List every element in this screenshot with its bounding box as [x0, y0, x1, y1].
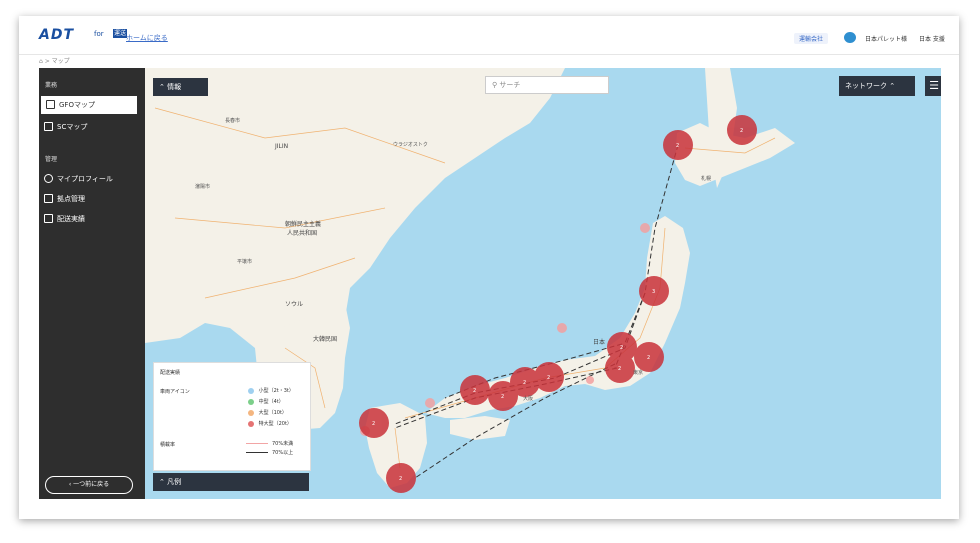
place-label-sapporo: 札幌 [701, 175, 711, 182]
language-selector[interactable]: 日本 支援 [919, 34, 945, 43]
building-icon [44, 194, 53, 203]
legend-toggle[interactable]: ⌃ 凡例 [153, 473, 309, 491]
vehicle-small-icon [248, 387, 254, 394]
map-icon [44, 122, 53, 131]
map-marker [557, 323, 567, 333]
breadcrumb: ⌂ > マップ [39, 58, 70, 65]
cluster-count: 2 [501, 394, 504, 400]
legend-row-label: 大型（10t） [258, 410, 287, 416]
place-label-north-korea: 人民共和国 [287, 229, 317, 237]
chevron-up-icon: ⌃ [159, 478, 168, 486]
legend-row-label: 小型（2t・3t） [258, 388, 294, 394]
app-window: ADT for 運送 ホームに戻る 運輸会社 日本パレット様 日本 支援 ⌂ >… [19, 16, 959, 519]
sidebar-item-profile[interactable]: マイプロフィール [39, 170, 145, 188]
sidebar-item-label: マイプロフィール [57, 175, 113, 183]
legend-line-low-label: 70%未満 [272, 441, 294, 447]
legend-row: 特大型（20t） [248, 420, 292, 429]
cluster-count: 2 [647, 355, 650, 361]
map-marker [425, 398, 435, 408]
legend-line-low [246, 443, 268, 444]
place-label-japan: 日本 [593, 338, 605, 346]
search-placeholder: サーチ [499, 81, 521, 89]
mainland-landmass [145, 68, 565, 388]
network-button[interactable]: ネットワーク ⌃ [839, 76, 915, 96]
sidebar-item-gfo-map[interactable]: GFOマップ [41, 96, 137, 114]
cluster-count: 2 [523, 380, 526, 386]
route-lines [394, 144, 679, 479]
sidebar-item-label: 拠点管理 [57, 195, 85, 203]
vehicle-medium-icon [248, 398, 254, 405]
place-label-tokyo: 東京 [633, 369, 643, 376]
sidebar: 業務 GFOマップ SCマップ 管理 マイプロフィール 拠点管理 配送実績 ‹ … [39, 68, 145, 499]
logo-badge: 運送 [113, 29, 127, 38]
cluster-count: 2 [740, 128, 743, 134]
cluster-count: 2 [372, 421, 375, 427]
place-label-pyongyang: 平壌市 [237, 258, 252, 265]
company-badge: 運輸会社 [794, 33, 829, 44]
shikoku-landmass [450, 416, 510, 440]
app-logo[interactable]: ADT [39, 27, 74, 43]
legend-icon-label: 車両アイコン [160, 389, 190, 395]
legend-row-label: 中型（4t） [258, 399, 284, 405]
place-label-vladivostok: ウラジオストク [393, 141, 428, 148]
legend-toggle-label: 凡例 [167, 478, 182, 486]
place-label-south-korea: 大韓民国 [313, 335, 337, 343]
cluster-count: 2 [399, 476, 402, 482]
network-button-label: ネットワーク [845, 82, 887, 90]
home-icon[interactable]: ⌂ [39, 58, 43, 65]
map-icon [46, 100, 55, 109]
breadcrumb-current: マップ [51, 58, 70, 65]
chevron-up-icon: ⌃ [889, 82, 896, 90]
user-icon [44, 174, 53, 183]
place-label-seoul: ソウル [285, 300, 303, 308]
cluster-count: 2 [473, 388, 476, 394]
user-name[interactable]: 日本パレット様 [865, 34, 907, 43]
place-label-osaka: 大阪 [523, 395, 533, 402]
info-panel-toggle[interactable]: ⌃ 情報 [153, 78, 208, 96]
map-marker [586, 376, 594, 384]
map-marker [640, 223, 650, 233]
sidebar-section-business: 業務 [45, 82, 58, 89]
top-header: ADT for 運送 ホームに戻る 運輸会社 日本パレット様 日本 支援 [19, 16, 959, 55]
sidebar-item-label: 配送実績 [57, 215, 85, 223]
map-canvas[interactable]: 2 2 3 2 2 2 2 2 2 2 2 2 JILIN 朝鮮民主主義 人民共… [145, 68, 941, 499]
cluster-count: 2 [620, 345, 623, 351]
cluster-count: 2 [618, 366, 621, 372]
logo-sub: for [94, 30, 104, 38]
vehicle-large-icon [248, 409, 254, 416]
sidebar-item-deliveries[interactable]: 配送実績 [39, 210, 145, 228]
legend-band-label: 積載率 [160, 442, 176, 448]
sidebar-item-bases[interactable]: 拠点管理 [39, 190, 145, 208]
place-label-north-korea: 朝鮮民主主義 [285, 220, 321, 228]
hamburger-icon[interactable]: ☰ [925, 76, 941, 96]
vehicle-xlarge-icon [248, 420, 254, 427]
place-label-changchun: 長春市 [225, 117, 240, 124]
sidebar-item-label: SCマップ [57, 123, 88, 131]
truck-icon [44, 214, 53, 223]
legend-title: 配送実績 [160, 370, 181, 376]
sidebar-item-sc-map[interactable]: SCマップ [39, 118, 145, 136]
user-avatar-icon[interactable] [844, 32, 856, 43]
legend-row: 中型（4t） [248, 398, 284, 407]
sidebar-section-admin: 管理 [45, 156, 58, 163]
back-button[interactable]: ‹ 一つ前に戻る [45, 476, 133, 494]
place-label-shenyang: 瀋陽市 [195, 183, 210, 190]
info-panel-label: 情報 [167, 83, 182, 91]
back-button-label: 一つ前に戻る [73, 481, 110, 488]
place-label-jilin: JILIN [274, 143, 288, 150]
legend-line-high [246, 452, 268, 453]
cluster-count: 2 [547, 375, 550, 381]
sidebar-item-label: GFOマップ [59, 101, 95, 109]
cluster-count: 3 [652, 289, 655, 295]
home-link[interactable]: ホームに戻る [126, 33, 168, 43]
legend-row-label: 特大型（20t） [258, 421, 292, 427]
search-input[interactable]: ⚲ サーチ [485, 76, 609, 94]
legend-row: 大型（10t） [248, 409, 287, 418]
chevron-up-icon: ⌃ [159, 83, 168, 91]
cluster-count: 2 [676, 143, 679, 149]
legend-line-high-label: 70%以上 [272, 450, 294, 456]
legend-panel: 配送実績 車両アイコン 小型（2t・3t） 中型（4t） 大型（10t） 特大型… [153, 362, 311, 471]
legend-row: 小型（2t・3t） [248, 387, 294, 396]
